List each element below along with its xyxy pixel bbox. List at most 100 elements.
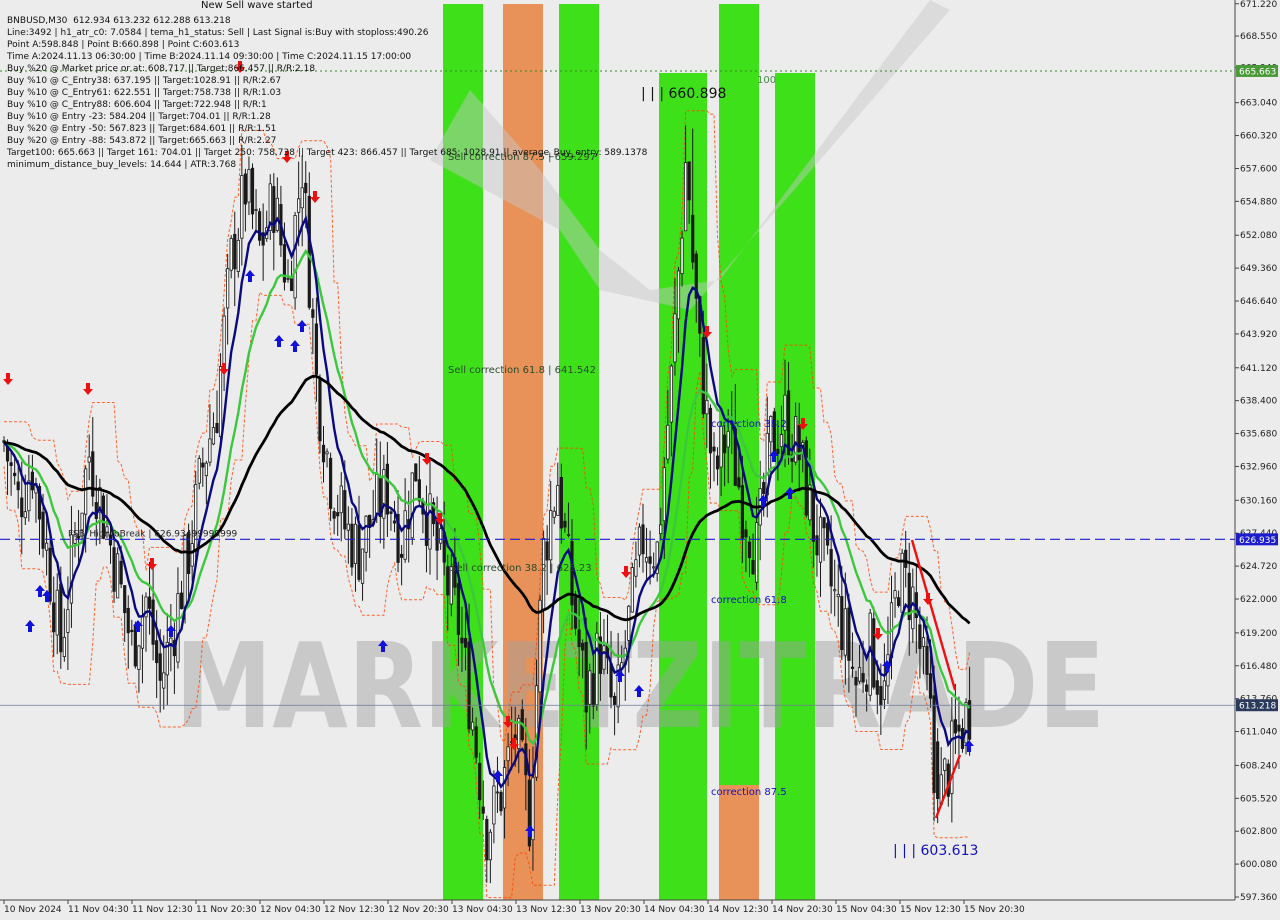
candle-body: [293, 215, 297, 299]
candle-body: [428, 493, 432, 550]
candle-body: [360, 548, 365, 584]
candle-body: [460, 637, 464, 644]
y-tick-label: 652.080: [1240, 231, 1277, 241]
candle-body: [87, 456, 91, 463]
y-tick-label: 602.800: [1240, 827, 1277, 837]
candle-body: [879, 685, 883, 706]
candle-body: [222, 315, 226, 368]
candle-body: [233, 233, 237, 270]
candle-body: [307, 195, 311, 308]
candle-body: [215, 422, 219, 433]
candle-body: [467, 641, 471, 730]
x-tick-label: 11 Nov 12:30: [132, 905, 193, 915]
candle-body: [250, 167, 255, 215]
y-tick-label: 605.520: [1240, 794, 1277, 804]
candle-body: [850, 666, 855, 669]
x-tick-label: 10 Nov 2024: [4, 905, 62, 915]
candle-body: [918, 624, 922, 649]
target100-tag-label: 665.663: [1239, 67, 1276, 77]
candle-body: [52, 602, 56, 633]
candle-body: [204, 462, 208, 477]
candle-body: [641, 524, 645, 555]
candle-body: [719, 425, 723, 468]
info-line: Time A:2024.11.13 06:30:00 | Time B:2024…: [7, 52, 412, 62]
candle-body: [286, 277, 290, 280]
candle-body: [80, 512, 84, 531]
candle-body: [591, 673, 595, 707]
candle-body: [304, 182, 308, 194]
candle-body: [27, 480, 31, 512]
candle-body: [861, 673, 865, 683]
x-tick-label: 12 Nov 12:30: [324, 905, 385, 915]
candle-body: [811, 490, 816, 542]
candle-body: [921, 637, 926, 647]
candle-body: [59, 583, 63, 653]
candle-body: [155, 640, 159, 664]
x-tick-label: 15 Nov 04:30: [836, 905, 897, 915]
candle-body: [684, 162, 688, 232]
candle-body: [737, 477, 741, 488]
candle-body: [715, 455, 720, 470]
candle-body: [581, 642, 585, 651]
info-line: Line:3492 | h1_atr_c0: 7.0584 | tema_h1_…: [7, 28, 429, 38]
candle-body: [822, 517, 826, 529]
candle-body: [481, 806, 485, 814]
candle-body: [691, 214, 695, 263]
candle-body: [680, 237, 684, 275]
candle-body: [630, 567, 634, 613]
candle-body: [126, 607, 130, 634]
info-panel: New Sell wave started BNBUSD,M30 612.934 …: [7, 0, 648, 171]
candle-body: [751, 560, 755, 575]
x-tick-label: 15 Nov 12:30: [900, 905, 961, 915]
info-line: Target100: 665.663 || Target 161: 704.01…: [7, 148, 648, 158]
y-tick-label: 622.000: [1240, 595, 1277, 605]
candle-body: [218, 366, 223, 437]
candle-body: [321, 444, 326, 463]
candle-body: [953, 719, 958, 734]
candle-body: [162, 672, 166, 689]
candle-body: [325, 451, 329, 455]
candle-body: [414, 463, 418, 482]
candle-body: [566, 534, 571, 536]
candle-body: [740, 485, 745, 539]
candle-body: [502, 767, 507, 809]
info-line: Point A:598.848 | Point B:660.898 | Poin…: [7, 40, 240, 50]
candle-body: [169, 637, 173, 644]
candle-body: [584, 641, 588, 713]
candle-body: [762, 482, 766, 494]
x-tick-label: 14 Nov 20:30: [772, 905, 833, 915]
candle-body: [339, 485, 343, 514]
candle-body: [389, 511, 393, 514]
candle-body: [904, 549, 908, 568]
candle-body: [847, 607, 851, 661]
candle-body: [257, 211, 262, 241]
y-tick-label: 657.600: [1240, 164, 1277, 174]
candle-body: [392, 520, 397, 524]
candle-body: [403, 510, 407, 560]
candle-body: [943, 758, 947, 771]
candle-body: [559, 477, 563, 529]
candle-body: [350, 523, 354, 568]
candle-body: [744, 529, 748, 538]
candle-body: [726, 430, 730, 448]
candle-body: [925, 645, 929, 675]
candle-body: [815, 535, 819, 556]
candle-body: [644, 557, 649, 563]
candle-body: [318, 378, 322, 442]
candle-body: [197, 458, 201, 484]
candle-body: [254, 209, 258, 211]
y-tick-label: 663.040: [1240, 99, 1277, 109]
info-line: Buy %20 @ Entry -50: 567.823 || Target:6…: [7, 124, 277, 134]
info-line: Buy %10 @ C_Entry38: 637.195 || Target:1…: [7, 76, 282, 86]
candle-body: [478, 762, 482, 801]
y-tick-label: 649.360: [1240, 264, 1277, 274]
y-tick-label: 660.320: [1240, 132, 1277, 142]
candle-body: [474, 726, 478, 758]
candle-body: [673, 313, 677, 363]
candle-body: [119, 560, 123, 585]
candle-body: [556, 485, 560, 516]
y-tick-label: 641.120: [1240, 364, 1277, 374]
y-tick-label: 624.720: [1240, 562, 1277, 572]
y-tick-label: 616.480: [1240, 662, 1277, 672]
x-tick-label: 11 Nov 20:30: [196, 905, 257, 915]
